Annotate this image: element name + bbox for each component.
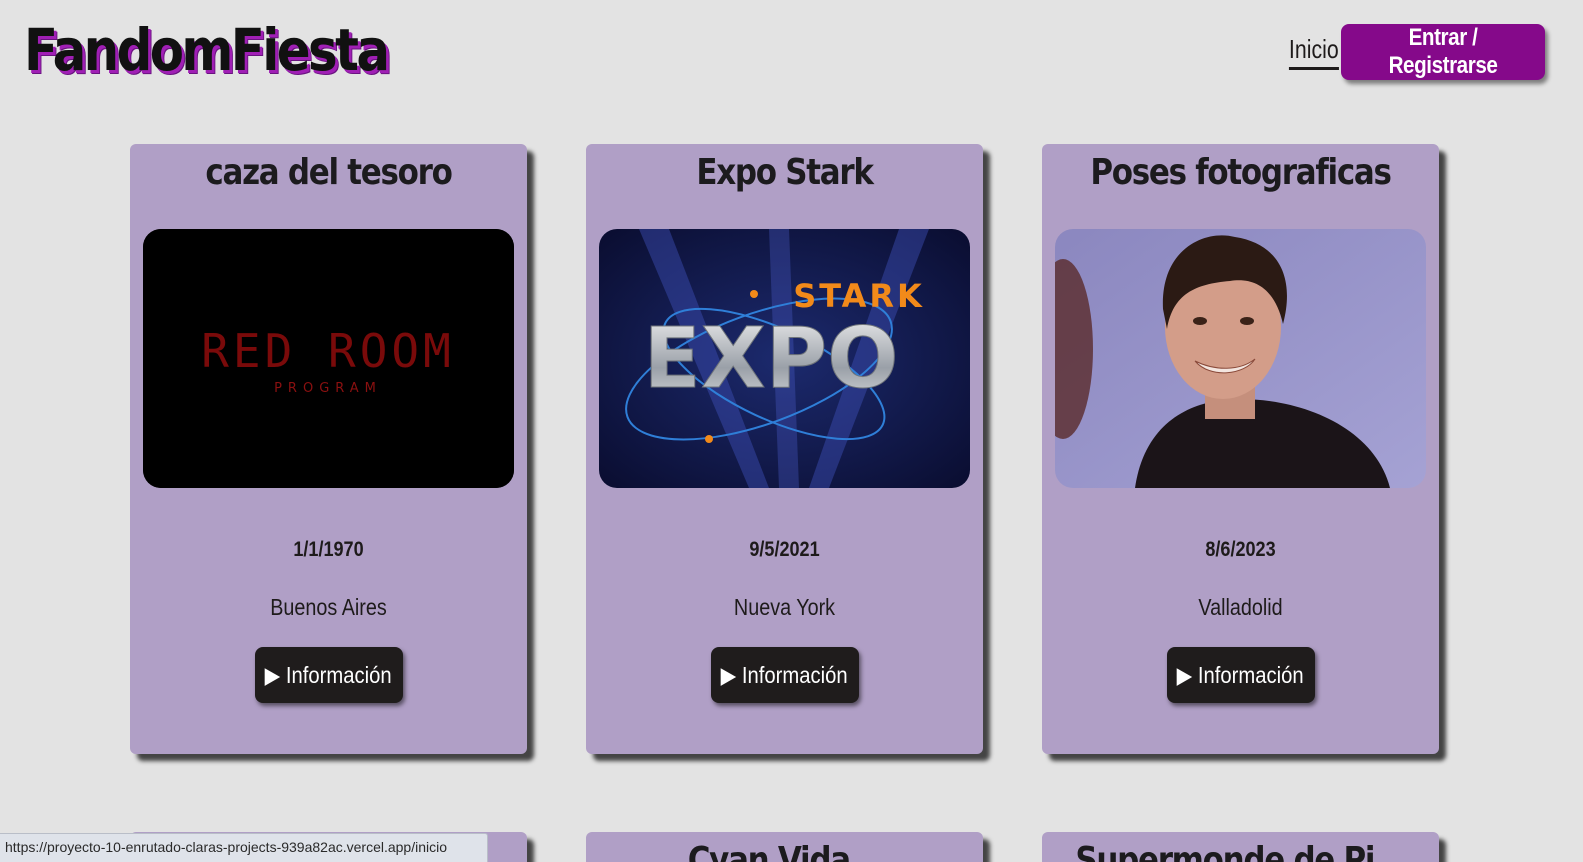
info-button-label: ▶ Información	[265, 661, 392, 688]
event-date: 8/6/2023	[1205, 538, 1276, 561]
event-city: Valladolid	[1198, 594, 1283, 620]
info-button-label: ▶ Información	[1177, 661, 1304, 688]
logo-line-2: PROGRAM	[274, 381, 382, 396]
browser-status-url: https://proyecto-10-enrutado-claras-proj…	[0, 833, 488, 862]
event-title: Supermonde de Pi...	[1075, 840, 1407, 862]
event-image: RED ROOM PROGRAM	[143, 229, 514, 488]
event-title: caza del tesoro	[205, 152, 452, 193]
logo-line-1: RED ROOM	[201, 324, 455, 378]
event-title: Poses fotograficas	[1090, 152, 1392, 193]
event-date: 9/5/2021	[749, 538, 820, 561]
info-button-label: ▶ Información	[721, 661, 848, 688]
stark-expo-logo: STARK EXPO	[599, 229, 970, 488]
event-date: 1/1/1970	[293, 538, 364, 561]
event-image	[1055, 229, 1426, 488]
event-title: Expo Stark	[696, 152, 874, 193]
info-button[interactable]: ▶ Información	[1166, 647, 1315, 703]
events-grid: caza del tesoro RED ROOM PROGRAM 1/1/197…	[0, 0, 1583, 862]
info-button[interactable]: ▶ Información	[710, 647, 859, 703]
event-card-partial: Cyan Vida...	[586, 832, 983, 862]
person-photo	[1055, 229, 1426, 488]
event-city: Nueva York	[733, 594, 836, 620]
event-card: Expo Stark STARK EXPO 9/5/2021 Nueva Yor…	[586, 144, 983, 754]
event-city: Buenos Aires	[270, 594, 387, 620]
info-button[interactable]: ▶ Información	[254, 647, 403, 703]
event-card: Poses fotograficas 8/6/2023 Valladolid ▶…	[1042, 144, 1439, 754]
red-room-program-logo: RED ROOM PROGRAM	[143, 229, 514, 488]
event-card-partial: Supermonde de Pi...	[1042, 832, 1439, 862]
logo-line-2: EXPO	[643, 309, 898, 407]
event-card: caza del tesoro RED ROOM PROGRAM 1/1/197…	[130, 144, 527, 754]
event-title: Cyan Vida...	[687, 840, 883, 862]
event-image: STARK EXPO	[599, 229, 970, 488]
